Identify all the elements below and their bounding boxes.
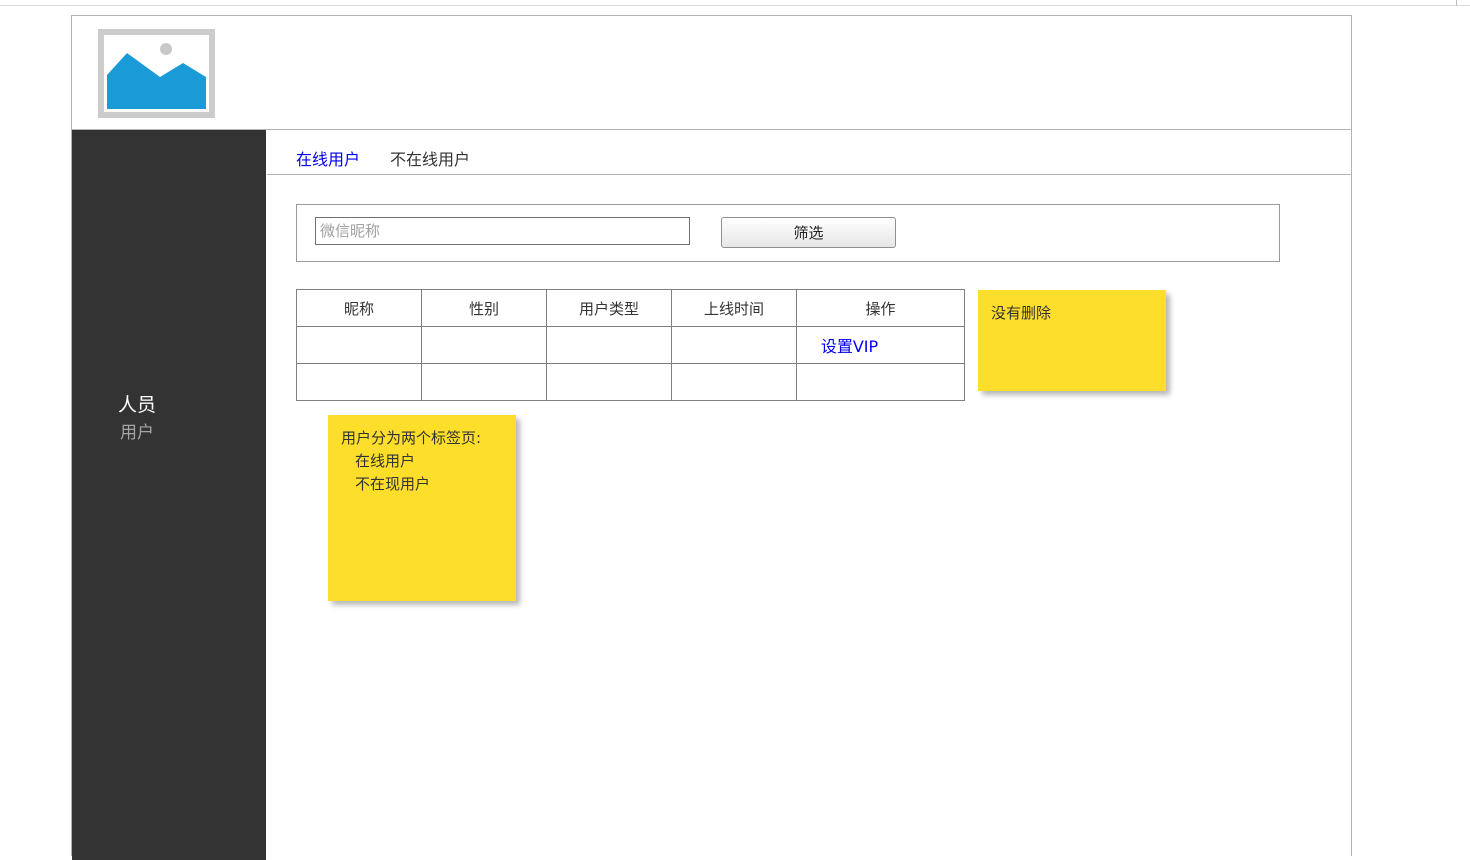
sidebar-item-people[interactable]: 人员 — [72, 390, 202, 417]
table-cell — [296, 326, 422, 364]
sticky-note-line: 在线用户 — [355, 452, 416, 470]
browser-top-tick — [1456, 0, 1457, 6]
column-header-actions: 操作 — [796, 289, 965, 327]
table-header-row: 昵称 性别 用户类型 上线时间 操作 — [296, 289, 965, 327]
sidebar-item-users[interactable]: 用户 — [72, 418, 202, 443]
table-cell — [671, 363, 797, 401]
users-table: 昵称 性别 用户类型 上线时间 操作 设置VIP — [296, 289, 965, 401]
tab-offline-users[interactable]: 不在线用户 — [390, 146, 470, 170]
table-cell — [421, 363, 547, 401]
wechat-nickname-input[interactable] — [315, 217, 690, 245]
tab-online-users[interactable]: 在线用户 — [296, 146, 360, 170]
browser-top-rule — [0, 0, 1470, 6]
column-header-nickname: 昵称 — [296, 289, 422, 327]
column-header-online-time: 上线时间 — [671, 289, 797, 327]
sticky-note-text: 没有删除 — [991, 304, 1052, 322]
sticky-note-no-delete: 没有删除 — [978, 290, 1166, 391]
image-placeholder-icon — [98, 29, 215, 118]
table-cell-actions: 设置VIP — [796, 326, 965, 364]
table-cell — [546, 326, 672, 364]
table-row — [296, 363, 965, 401]
table-cell — [796, 363, 965, 401]
table-cell — [296, 363, 422, 401]
page-header — [72, 16, 1351, 130]
filter-button[interactable]: 筛选 — [721, 217, 896, 248]
app-frame: 人员 用户 在线用户 不在线用户 筛选 昵称 性别 用户类型 上线时间 操作 — [71, 15, 1352, 860]
column-header-user-type: 用户类型 — [546, 289, 672, 327]
sticky-note-line: 用户分为两个标签页: — [341, 429, 482, 447]
filter-panel: 筛选 — [296, 204, 1280, 262]
sticky-note-tabs: 用户分为两个标签页: 在线用户 不在现用户 — [328, 415, 516, 601]
table-cell — [421, 326, 547, 364]
table-cell — [671, 326, 797, 364]
table-row: 设置VIP — [296, 326, 965, 364]
set-vip-link[interactable]: 设置VIP — [821, 337, 878, 356]
sticky-note-line: 不在现用户 — [355, 475, 431, 493]
column-header-gender: 性别 — [421, 289, 547, 327]
tab-bar: 在线用户 不在线用户 — [267, 130, 1351, 175]
table-cell — [546, 363, 672, 401]
sidebar: 人员 用户 — [72, 130, 266, 860]
